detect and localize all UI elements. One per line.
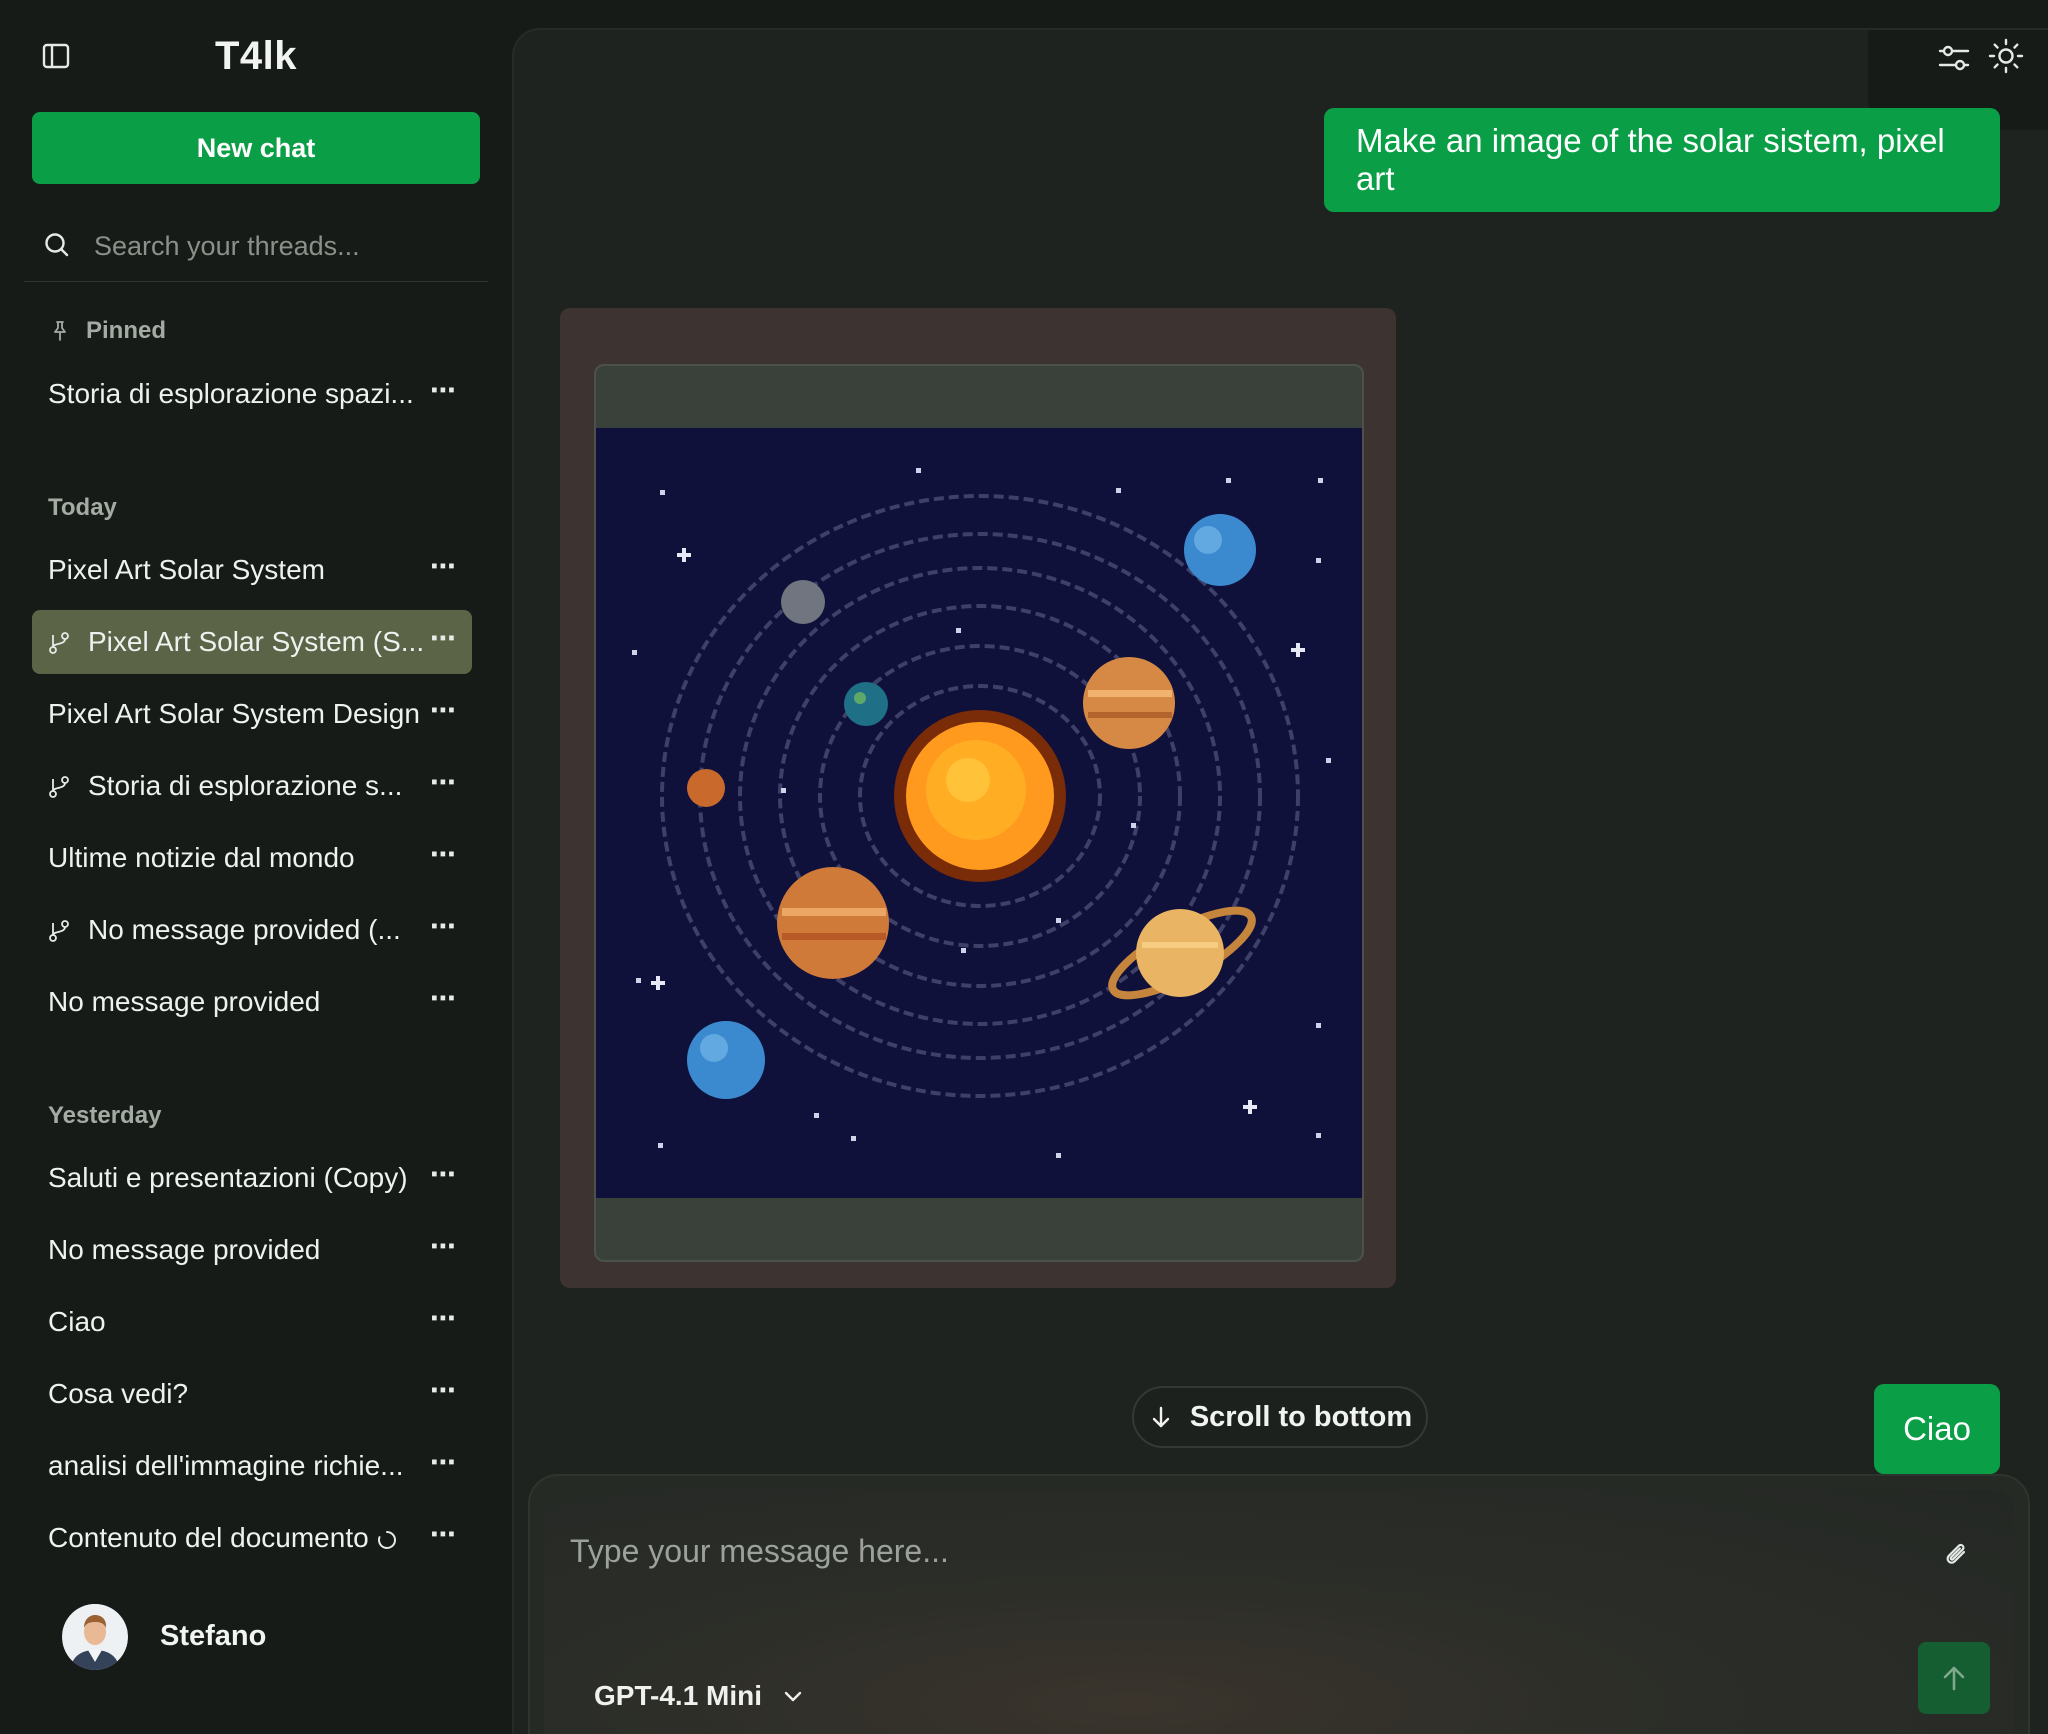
model-selector[interactable]: GPT-4.1 Mini [594, 1674, 806, 1718]
thread-item[interactable]: No message provided ⋯ [32, 1218, 472, 1282]
header-actions [1868, 0, 2048, 110]
chevron-down-icon [784, 1691, 802, 1702]
thread-item[interactable]: Ultime notizie dal mondo ⋯ [32, 826, 472, 890]
composer-inner: GPT-4.1 Mini [544, 1490, 2014, 1734]
pin-icon [54, 321, 66, 341]
more-options-icon[interactable]: ⋯ [428, 553, 458, 584]
more-options-icon[interactable]: ⋯ [428, 1161, 458, 1192]
send-button[interactable] [1918, 1642, 1990, 1714]
more-options-icon[interactable]: ⋯ [428, 1305, 458, 1336]
more-options-icon[interactable]: ⋯ [428, 913, 458, 944]
thread-title: Ultime notizie dal mondo [48, 842, 355, 873]
thread-title: Pixel Art Solar System (S... [88, 626, 425, 657]
more-options-icon[interactable]: ⋯ [428, 985, 458, 1016]
more-options-icon[interactable]: ⋯ [428, 769, 458, 800]
message-input[interactable] [570, 1526, 1870, 1576]
user-message: Ciao [1874, 1384, 2000, 1474]
branch-icon [49, 632, 69, 654]
solar-system-image [596, 428, 1362, 1198]
generated-image[interactable] [594, 364, 1364, 1262]
avatar [62, 1604, 128, 1670]
thread-title: Storia di esplorazione spazi... [48, 378, 414, 409]
thread-title: No message provided (... [88, 914, 401, 945]
thread-title: No message provided [48, 1234, 321, 1265]
thread-title: Cosa vedi? [48, 1378, 189, 1409]
thread-search [24, 212, 488, 282]
new-chat-button[interactable]: New chat [32, 112, 480, 184]
user-name: Stefano [160, 1620, 267, 1652]
more-options-icon[interactable]: ⋯ [428, 625, 458, 656]
arrow-up-icon [1943, 1666, 1965, 1691]
thread-item[interactable]: Pixel Art Solar System Design ⋯ [32, 682, 472, 746]
pinned-section-label: Pinned [48, 317, 166, 345]
message-composer: GPT-4.1 Mini [528, 1474, 2030, 1734]
app-title: T4lk [214, 34, 298, 78]
thread-item-active[interactable]: Pixel Art Solar System (S... ⋯ [32, 610, 472, 674]
search-input[interactable] [94, 224, 474, 268]
thread-item[interactable]: No message provided (... ⋯ [32, 898, 472, 962]
thread-item[interactable]: Contenuto del documento ⋯ [32, 1506, 472, 1570]
thread-item[interactable]: Ciao ⋯ [32, 1290, 472, 1354]
solar-system-illustration [596, 428, 1362, 1198]
arrow-down-icon [1152, 1406, 1170, 1428]
thread-title-text: Contenuto del documento [48, 1522, 369, 1553]
thread-item[interactable]: analisi dell'immagine richie... ⋯ [32, 1434, 472, 1498]
thread-item[interactable]: Saluti e presentazioni (Copy) ⋯ [32, 1146, 472, 1210]
scroll-to-bottom-button[interactable]: Scroll to bottom [1132, 1386, 1428, 1448]
model-name: GPT-4.1 Mini [594, 1680, 763, 1711]
more-options-icon[interactable]: ⋯ [428, 841, 458, 872]
scroll-to-bottom-label: Scroll to bottom [1189, 1400, 1413, 1433]
thread-item[interactable]: Cosa vedi? ⋯ [32, 1362, 472, 1426]
more-options-icon[interactable]: ⋯ [428, 1521, 458, 1552]
sliders-icon[interactable] [1934, 38, 1974, 78]
user-profile[interactable]: Stefano [62, 1604, 462, 1672]
sun-icon[interactable] [1986, 36, 2026, 76]
assistant-message [560, 308, 1396, 1288]
more-options-icon[interactable]: ⋯ [428, 377, 458, 408]
thread-title: Contenuto del documento [48, 1522, 428, 1554]
paperclip-icon[interactable] [1940, 1538, 1974, 1572]
thread-item[interactable]: Storia di esplorazione s... ⋯ [32, 754, 472, 818]
user-message: Make an image of the solar sistem, pixel… [1324, 108, 2000, 212]
yesterday-section-label: Yesterday [48, 1102, 162, 1129]
more-options-icon[interactable]: ⋯ [428, 1377, 458, 1408]
thread-title: analisi dell'immagine richie... [48, 1450, 404, 1481]
thread-title: Storia di esplorazione s... [88, 770, 403, 801]
today-section-label: Today [48, 494, 117, 521]
avatar-image [62, 1604, 128, 1670]
thread-item[interactable]: Pixel Art Solar System ⋯ [32, 538, 472, 602]
loading-spinner-icon [377, 1530, 396, 1549]
more-options-icon[interactable]: ⋯ [428, 1449, 458, 1480]
branch-icon [49, 920, 69, 942]
search-icon [45, 233, 69, 257]
thread-item[interactable]: No message provided ⋯ [32, 970, 472, 1034]
thread-title: Ciao [48, 1306, 106, 1337]
thread-item[interactable]: Storia di esplorazione spazi... ⋯ [32, 362, 472, 426]
sidebar: T4lk New chat Pinned Storia di esplorazi… [0, 0, 512, 1734]
sidebar-header: T4lk [0, 28, 512, 86]
thread-title: No message provided [48, 986, 321, 1017]
more-options-icon[interactable]: ⋯ [428, 1233, 458, 1264]
pinned-label: Pinned [86, 317, 167, 344]
thread-title: Pixel Art Solar System [48, 554, 325, 585]
more-options-icon[interactable]: ⋯ [428, 697, 458, 728]
thread-title: Pixel Art Solar System Design [48, 698, 420, 729]
branch-icon [49, 776, 69, 798]
thread-title: Saluti e presentazioni (Copy) [48, 1162, 408, 1193]
